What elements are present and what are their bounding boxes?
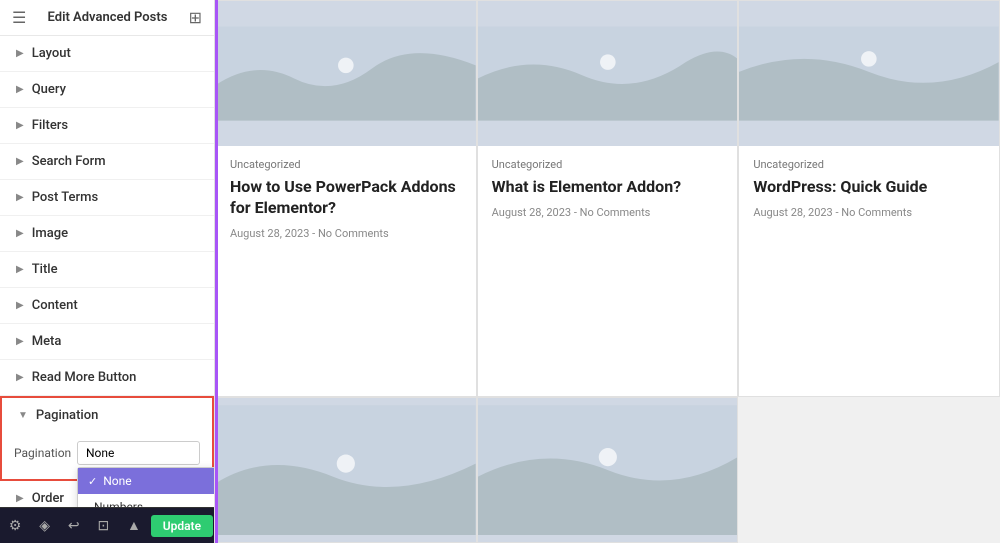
dropdown-option-none[interactable]: ✓ None <box>78 468 214 494</box>
sidebar-item-label: Layout <box>32 46 71 61</box>
pagination-dropdown-wrapper: None ✓ None Numbers <box>77 441 200 465</box>
sidebar-item-filters[interactable]: ▶ Filters <box>0 108 214 144</box>
pagination-row: Pagination None ✓ None Num <box>14 441 200 465</box>
pagination-dropdown-menu: ✓ None Numbers Numbers + Previous/Next <box>77 467 214 507</box>
post-title-2: What is Elementor Addon? <box>492 177 724 198</box>
sidebar-toolbar: ⚙ ◈ ↩ ⊡ ▲ Update <box>0 507 214 543</box>
sidebar-item-label: Image <box>32 226 68 241</box>
dropdown-option-label: None <box>103 474 131 488</box>
chevron-right-icon: ▶ <box>16 192 24 203</box>
post-body-2: Uncategorized What is Elementor Addon? A… <box>478 146 738 396</box>
pagination-header[interactable]: ▼ Pagination <box>2 398 212 433</box>
sidebar: ☰ Edit Advanced Posts ⊞ ▶ Layout ▶ Query… <box>0 0 215 543</box>
post-thumbnail-5 <box>478 398 738 542</box>
post-body-3: Uncategorized WordPress: Quick Guide Aug… <box>739 146 999 396</box>
post-thumbnail-1 <box>216 1 476 146</box>
sidebar-item-meta[interactable]: ▶ Meta <box>0 324 214 360</box>
post-card-3: Uncategorized WordPress: Quick Guide Aug… <box>738 0 1000 397</box>
chevron-down-icon: ▼ <box>18 410 28 421</box>
post-category-3: Uncategorized <box>753 158 985 171</box>
sidebar-item-label: Content <box>32 298 78 313</box>
post-card-2: Uncategorized What is Elementor Addon? A… <box>477 0 739 397</box>
chevron-right-icon: ▶ <box>16 264 24 275</box>
undo-icon[interactable]: ↩ <box>60 514 88 538</box>
post-card-5 <box>477 397 739 543</box>
chevron-right-icon: ▶ <box>16 300 24 311</box>
sidebar-title: Edit Advanced Posts <box>48 10 168 25</box>
post-meta-1: August 28, 2023 - No Comments <box>230 227 462 240</box>
pagination-dropdown[interactable]: None <box>77 441 200 465</box>
chevron-right-icon: ▶ <box>16 336 24 347</box>
dropdown-option-numbers[interactable]: Numbers <box>78 494 214 507</box>
post-meta-2: August 28, 2023 - No Comments <box>492 206 724 219</box>
sidebar-item-label: Query <box>32 82 66 97</box>
sidebar-item-post-terms[interactable]: ▶ Post Terms <box>0 180 214 216</box>
sidebar-item-read-more-button[interactable]: ▶ Read More Button <box>0 360 214 396</box>
post-date-3: August 28, 2023 <box>753 206 832 219</box>
grid-icon[interactable]: ⊞ <box>189 8 202 27</box>
pagination-section-label: Pagination <box>36 408 98 423</box>
sidebar-nav: ▶ Layout ▶ Query ▶ Filters ▶ Search Form… <box>0 36 214 507</box>
sidebar-item-label: Order <box>32 491 64 506</box>
sidebar-item-content[interactable]: ▶ Content <box>0 288 214 324</box>
dropdown-selected-value: None <box>86 446 114 460</box>
chevron-right-icon: ▶ <box>16 48 24 59</box>
post-comments-1: No Comments <box>318 227 389 240</box>
chevron-right-icon: ▶ <box>16 84 24 95</box>
preview-icon[interactable]: ▲ <box>119 513 149 538</box>
chevron-right-icon: ▶ <box>16 156 24 167</box>
layers-icon[interactable]: ◈ <box>31 514 58 538</box>
main-content: Uncategorized How to Use PowerPack Addon… <box>215 0 1000 543</box>
sidebar-item-label: Search Form <box>32 154 106 169</box>
post-date-2: August 28, 2023 <box>492 206 571 219</box>
sidebar-item-label: Post Terms <box>32 190 98 205</box>
sidebar-item-label: Meta <box>32 334 62 349</box>
pagination-content: Pagination None ✓ None Num <box>2 433 212 479</box>
post-category-2: Uncategorized <box>492 158 724 171</box>
sidebar-item-layout[interactable]: ▶ Layout <box>0 36 214 72</box>
posts-grid: Uncategorized How to Use PowerPack Addon… <box>215 0 1000 543</box>
settings-icon[interactable]: ⚙ <box>1 514 30 538</box>
chevron-right-icon: ▶ <box>16 120 24 131</box>
post-thumbnail-2 <box>478 1 738 146</box>
sidebar-item-label: Filters <box>32 118 68 133</box>
menu-icon[interactable]: ☰ <box>12 8 26 27</box>
chevron-right-icon: ▶ <box>16 228 24 239</box>
post-comments-2: No Comments <box>580 206 651 219</box>
post-thumbnail-4 <box>216 398 476 542</box>
pagination-section: ▼ Pagination Pagination None ✓ None <box>0 396 214 481</box>
sidebar-item-search-form[interactable]: ▶ Search Form <box>0 144 214 180</box>
sidebar-header: ☰ Edit Advanced Posts ⊞ <box>0 0 214 36</box>
post-category-1: Uncategorized <box>230 158 462 171</box>
post-card-4 <box>215 397 477 543</box>
sidebar-item-image[interactable]: ▶ Image <box>0 216 214 252</box>
post-title-1: How to Use PowerPack Addons for Elemento… <box>230 177 462 219</box>
post-body-1: Uncategorized How to Use PowerPack Addon… <box>216 146 476 396</box>
post-comments-3: No Comments <box>841 206 912 219</box>
chevron-right-icon: ▶ <box>16 493 24 504</box>
post-date-1: August 28, 2023 <box>230 227 309 240</box>
update-button[interactable]: Update <box>151 515 213 537</box>
chevron-right-icon: ▶ <box>16 372 24 383</box>
sidebar-item-title[interactable]: ▶ Title <box>0 252 214 288</box>
post-meta-3: August 28, 2023 - No Comments <box>753 206 985 219</box>
pagination-field-label: Pagination <box>14 446 69 460</box>
check-icon: ✓ <box>88 475 97 488</box>
post-card-1: Uncategorized How to Use PowerPack Addon… <box>215 0 477 397</box>
post-title-3: WordPress: Quick Guide <box>753 177 985 198</box>
sidebar-item-label: Read More Button <box>32 370 137 385</box>
sidebar-item-query[interactable]: ▶ Query <box>0 72 214 108</box>
sidebar-item-label: Title <box>32 262 58 277</box>
dropdown-option-label: Numbers <box>94 500 143 507</box>
post-card-6 <box>738 397 1000 543</box>
responsive-icon[interactable]: ⊡ <box>89 514 117 538</box>
post-thumbnail-3 <box>739 1 999 146</box>
